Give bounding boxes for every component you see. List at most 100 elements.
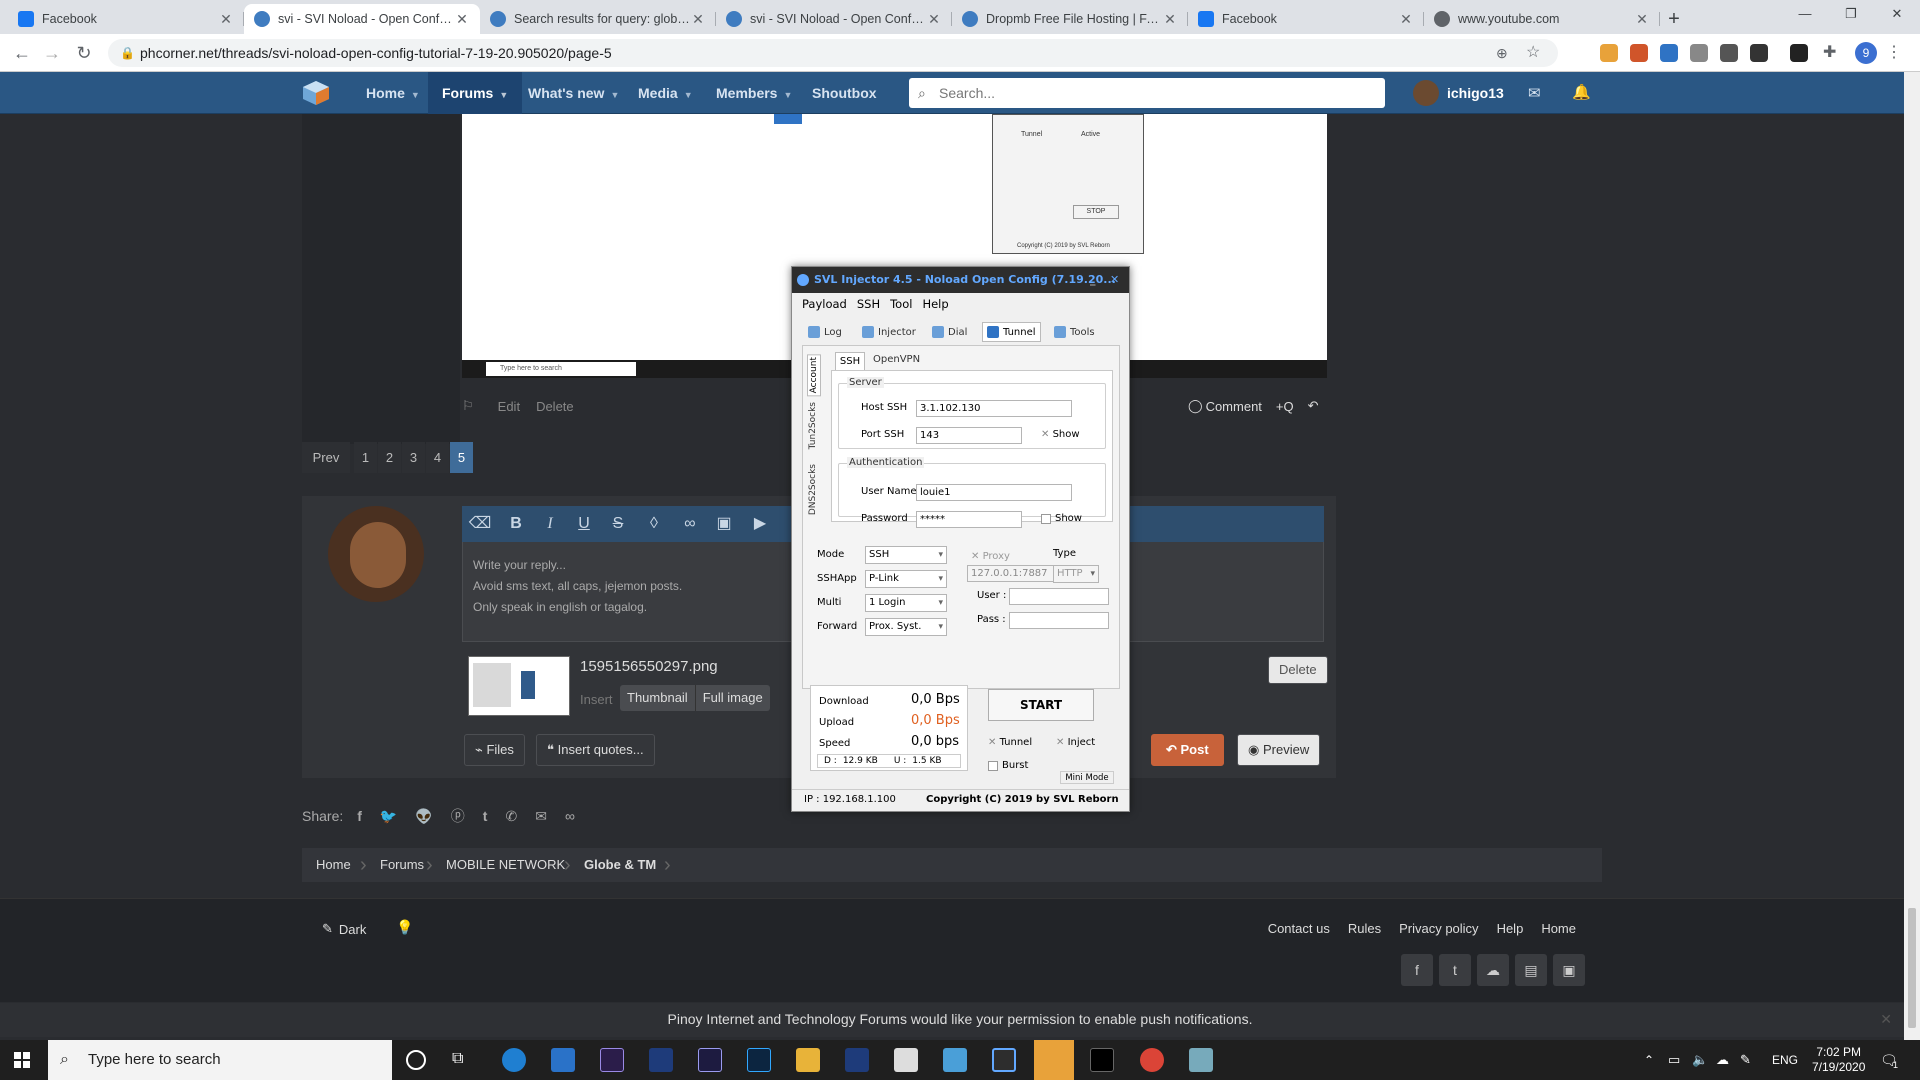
subtab-ssh[interactable]: SSH [835, 352, 865, 370]
quote-link[interactable]: +Q [1276, 399, 1294, 414]
eraser-icon[interactable]: ⌫ [468, 512, 492, 536]
delete-link[interactable]: Delete [536, 399, 574, 414]
tray-chevron-icon[interactable]: ⌃ [1644, 1040, 1654, 1080]
minimize-button[interactable]: — [1782, 0, 1828, 30]
minimize-button[interactable]: _ [1090, 267, 1096, 293]
type-select[interactable]: HTTP [1053, 565, 1099, 583]
burst-checkbox[interactable]: Burst [988, 760, 1028, 771]
proxy-user-input[interactable] [1009, 588, 1109, 605]
nav-item[interactable]: Forums ▼ [428, 72, 523, 114]
image-icon[interactable]: ▣ [712, 512, 736, 536]
file-explorer-icon[interactable] [796, 1048, 820, 1072]
sshapp-select[interactable]: P-Link [865, 570, 947, 588]
footer-link[interactable]: Privacy policy [1399, 921, 1478, 936]
bold-icon[interactable]: B [504, 512, 528, 536]
reload-button[interactable]: ↻ [72, 41, 96, 65]
browser-tab[interactable]: svi - SVI Noload - Open Config - ✕ [716, 4, 952, 34]
bulb-icon[interactable]: 💡 [396, 919, 413, 936]
restore-button[interactable]: ❐ [1828, 0, 1874, 30]
extension-icon[interactable] [1790, 44, 1808, 62]
page-button[interactable]: 5 [450, 442, 473, 473]
link-icon[interactable]: ∞ [565, 808, 575, 824]
close-icon[interactable]: ✕ [1162, 11, 1178, 28]
puzzle-icon[interactable]: ✚ [1823, 44, 1841, 62]
port-input[interactable]: 143 [916, 427, 1022, 444]
dark-toggle[interactable]: ✎ Dark [322, 921, 366, 937]
extension-icon[interactable] [1660, 44, 1678, 62]
extension-icon[interactable] [1720, 44, 1738, 62]
preview-button[interactable]: ◉ Preview [1237, 734, 1321, 766]
mode-select[interactable]: SSH [865, 546, 947, 564]
color-icon[interactable]: ◊ [642, 512, 666, 536]
close-icon[interactable]: ✕ [218, 11, 234, 28]
forward-select[interactable]: Prox. Syst. [865, 618, 947, 636]
edge-icon[interactable] [502, 1048, 526, 1072]
footer-link[interactable]: Help [1497, 921, 1524, 936]
windows-start-icon[interactable] [14, 1052, 30, 1068]
email-icon[interactable]: ✉ [535, 808, 547, 825]
username-input[interactable]: louie1 [916, 484, 1072, 501]
forward-button[interactable]: → [40, 41, 64, 65]
cloud-icon[interactable]: ☁ [1477, 954, 1509, 986]
facebook-icon[interactable]: f [1401, 954, 1433, 986]
full-image-button[interactable]: Full image [696, 685, 770, 711]
attachment-thumbnail[interactable] [468, 656, 570, 716]
bell-icon[interactable]: 🔔 [1572, 83, 1591, 101]
image-icon[interactable]: ▣ [1553, 954, 1585, 986]
injector-menu-item[interactable]: Help [922, 297, 948, 311]
active-app-icon[interactable] [1034, 1040, 1074, 1080]
taskbar-search[interactable]: ⌕ Type here to search [48, 1040, 392, 1080]
injector-menu-item[interactable]: Tool [890, 297, 912, 311]
files-button[interactable]: ⌁ Files [464, 734, 525, 766]
side-tab-tun2socks[interactable]: Tun2Socks [808, 402, 818, 449]
tumblr-icon[interactable]: t [483, 808, 488, 824]
extension-icon[interactable] [1690, 44, 1708, 62]
nav-item[interactable]: Members ▼ [702, 72, 806, 114]
after-effects-icon[interactable] [698, 1048, 722, 1072]
media-icon[interactable]: ▶ [748, 512, 772, 536]
proxy-pass-input[interactable] [1009, 612, 1109, 629]
pagination-prev[interactable]: Prev [302, 442, 350, 473]
proxy-input[interactable]: 127.0.0.1:7887 [967, 565, 1061, 582]
close-icon[interactable]: ✕ [1634, 11, 1650, 28]
subtab-openvpn[interactable]: OpenVPN [873, 354, 920, 365]
mail-icon[interactable]: ✉ [1528, 84, 1541, 102]
injector-tab[interactable]: Dial [928, 322, 971, 342]
injector-menu-item[interactable]: Payload [802, 297, 847, 311]
comment-link[interactable]: Comment [1206, 399, 1262, 414]
injector-tab[interactable]: Injector [858, 322, 920, 342]
photoshop-icon[interactable] [747, 1048, 771, 1072]
injector-tab[interactable]: Tunnel [982, 322, 1041, 342]
multi-select[interactable]: 1 Login [865, 594, 947, 612]
insert-quotes-button[interactable]: ❝ Insert quotes... [536, 734, 655, 766]
thumbnail-button[interactable]: Thumbnail [620, 685, 696, 711]
reply-icon[interactable]: ↶ [1308, 398, 1319, 414]
password-input[interactable]: ***** [916, 511, 1022, 528]
strike-icon[interactable]: S [606, 512, 630, 536]
photoshop-icon[interactable] [649, 1048, 673, 1072]
close-icon[interactable]: ✕ [690, 11, 706, 28]
breadcrumb-item[interactable]: Globe & TM [584, 848, 656, 882]
clock[interactable]: 7:02 PM 7/19/2020 [1812, 1040, 1865, 1080]
twitter-icon[interactable]: t [1439, 954, 1471, 986]
chrome-icon[interactable] [1140, 1048, 1164, 1072]
port-show-checkbox[interactable]: ✕ Show [1041, 429, 1080, 440]
close-icon[interactable]: ✕ [1398, 11, 1414, 28]
language-indicator[interactable]: ENG [1772, 1040, 1798, 1080]
host-input[interactable]: 3.1.102.130 [916, 400, 1072, 417]
close-icon[interactable]: ✕ [1880, 1003, 1892, 1035]
cortana-icon[interactable] [406, 1050, 426, 1070]
page-scrollbar[interactable] [1904, 72, 1920, 1040]
back-button[interactable]: ← [10, 41, 34, 65]
nav-item[interactable]: Shoutbox [798, 72, 891, 114]
extension-icon[interactable] [1630, 44, 1648, 62]
onedrive-icon[interactable]: ☁ [1716, 1040, 1729, 1080]
injector-tab[interactable]: Log [804, 322, 846, 342]
injector-menu-item[interactable]: SSH [857, 297, 880, 311]
link-icon[interactable]: ∞ [678, 512, 702, 536]
panda-icon[interactable] [894, 1048, 918, 1072]
edit-link[interactable]: Edit [498, 399, 520, 414]
nav-item[interactable]: What's new ▼ [514, 72, 633, 114]
site-search-input[interactable]: ⌕ Search... [909, 78, 1385, 108]
flag-icon[interactable]: ⚐ [462, 398, 474, 414]
